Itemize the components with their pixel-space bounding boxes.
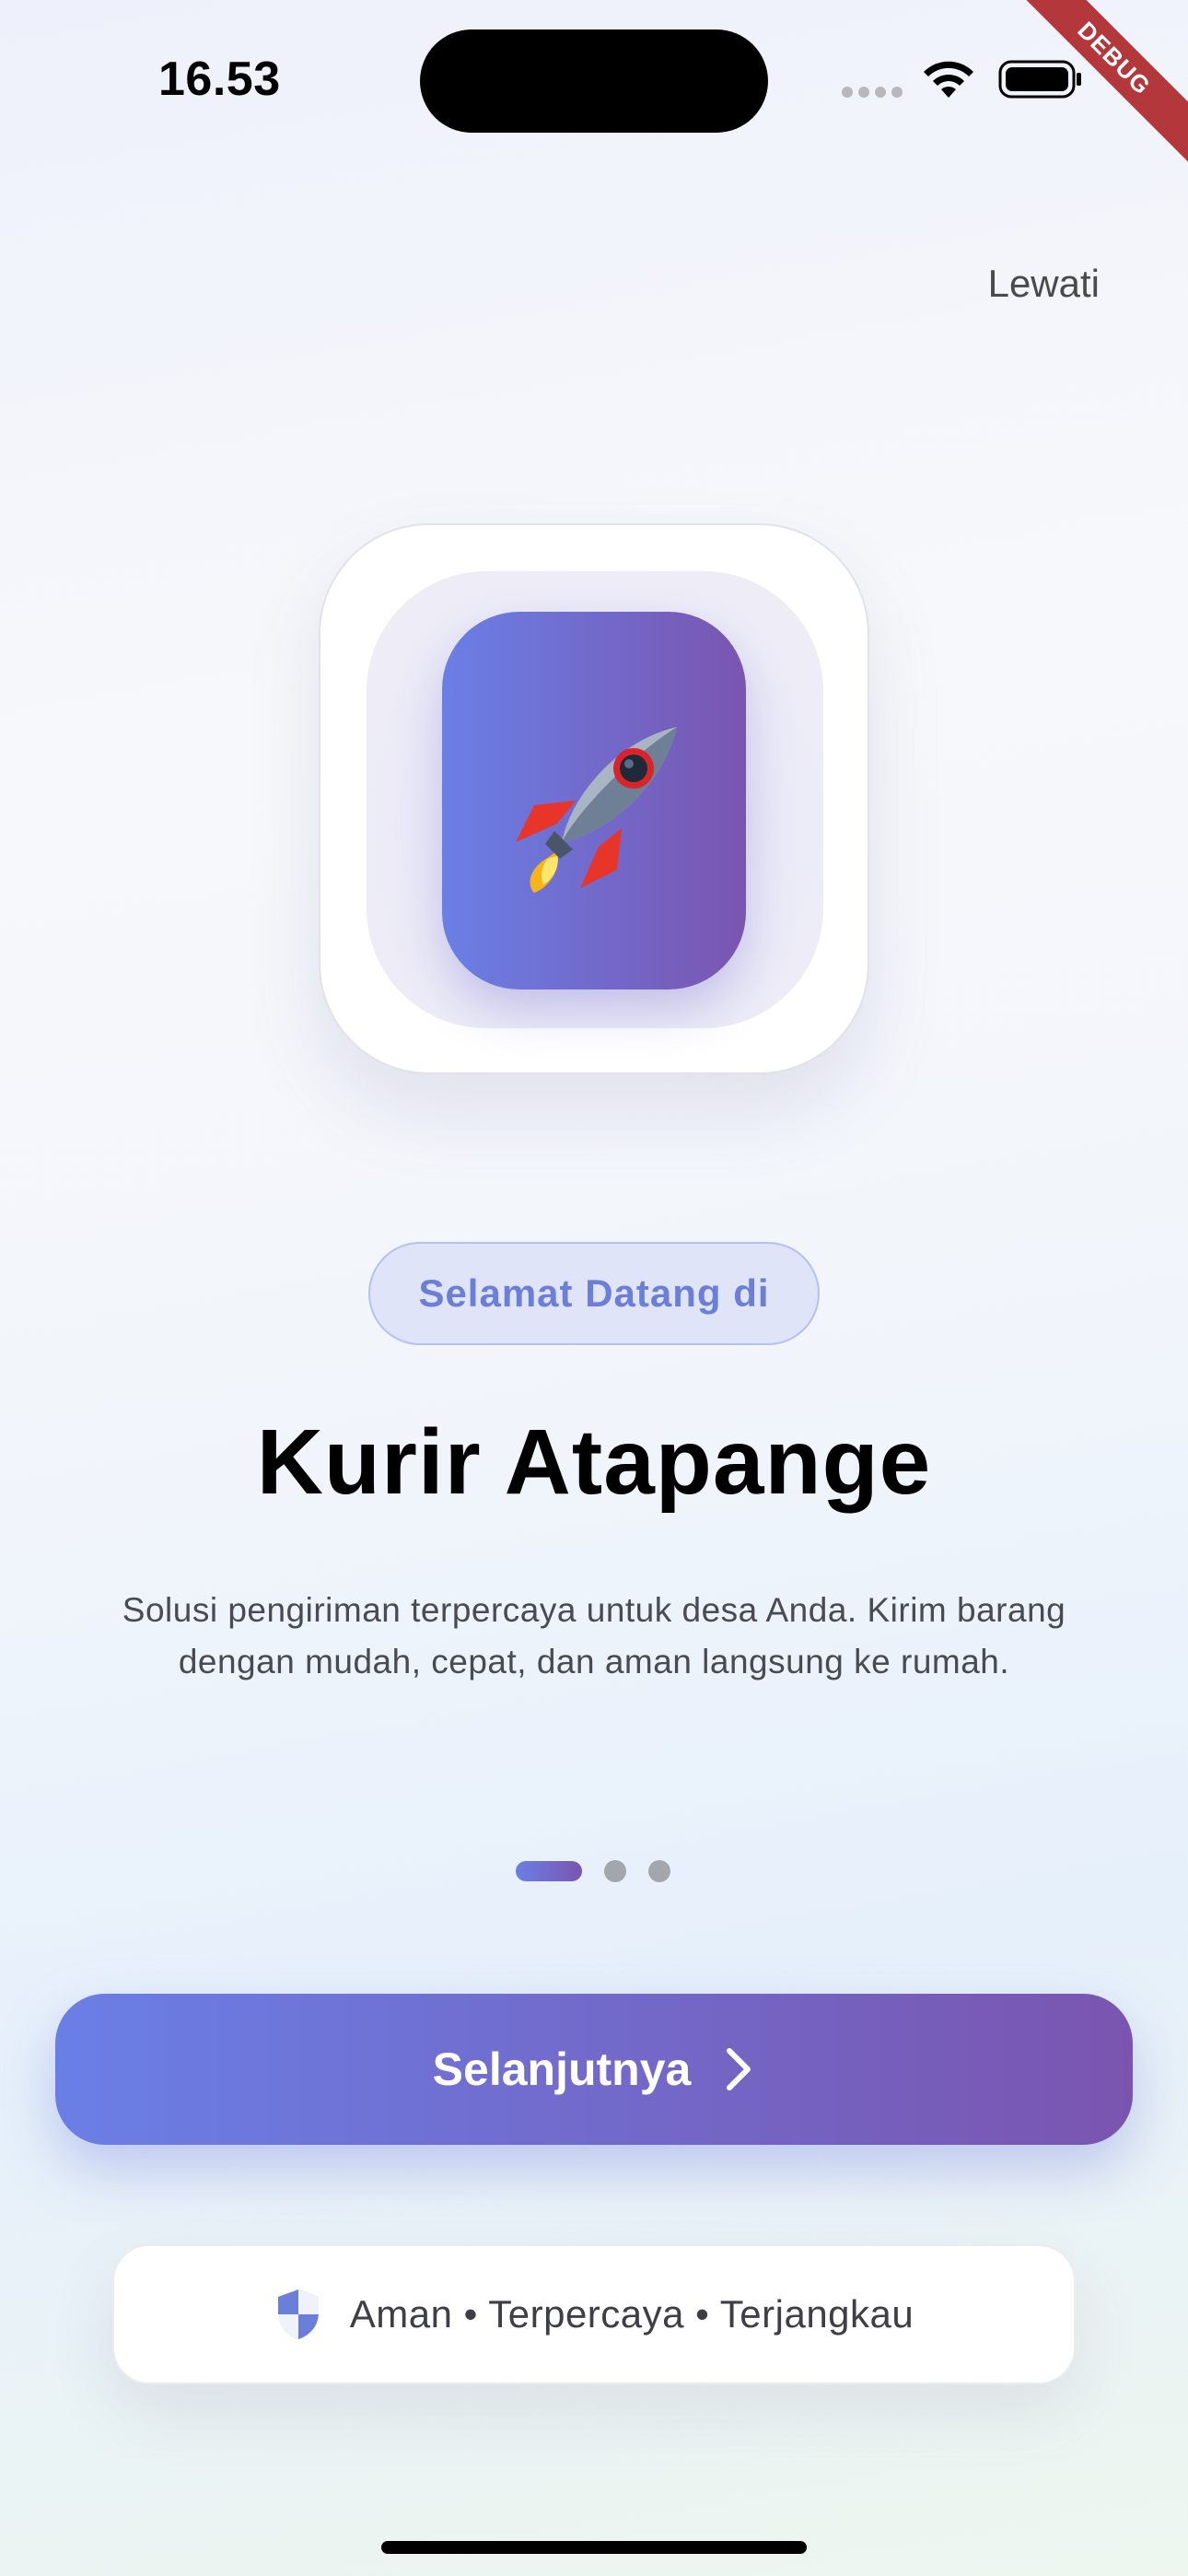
skip-button[interactable]: Lewati [988, 262, 1100, 306]
page-dot[interactable] [648, 1860, 670, 1882]
app-title: Kurir Atapange [256, 1411, 932, 1514]
onboarding-description: Solusi pengiriman terpercaya untuk desa … [122, 1591, 1066, 1680]
next-button[interactable]: Selanjutnya [55, 1994, 1133, 2145]
rocket-icon [516, 727, 677, 893]
wifi-icon [924, 61, 973, 98]
battery-icon [998, 60, 1081, 99]
page-indicator [516, 1860, 670, 1882]
status-time: 16.53 [158, 53, 281, 106]
shield-icon [277, 2289, 319, 2339]
hero-illustration [319, 523, 869, 1074]
page-dot[interactable] [604, 1860, 626, 1882]
cellular-signal-icon [842, 87, 903, 98]
welcome-chip: Selamat Datang di [368, 1242, 820, 1345]
home-indicator[interactable] [381, 2541, 807, 2554]
hero-tile [442, 612, 746, 989]
next-button-label: Selanjutnya [432, 2043, 692, 2095]
chevron-right-icon [727, 2048, 751, 2090]
trust-text: Aman • Terpercaya • Terjangkau [349, 2292, 914, 2336]
trust-card: Aman • Terpercaya • Terjangkau [112, 2244, 1076, 2384]
hero-halo [367, 571, 823, 1028]
page-dot-active[interactable] [516, 1861, 582, 1881]
dynamic-island [420, 29, 768, 133]
